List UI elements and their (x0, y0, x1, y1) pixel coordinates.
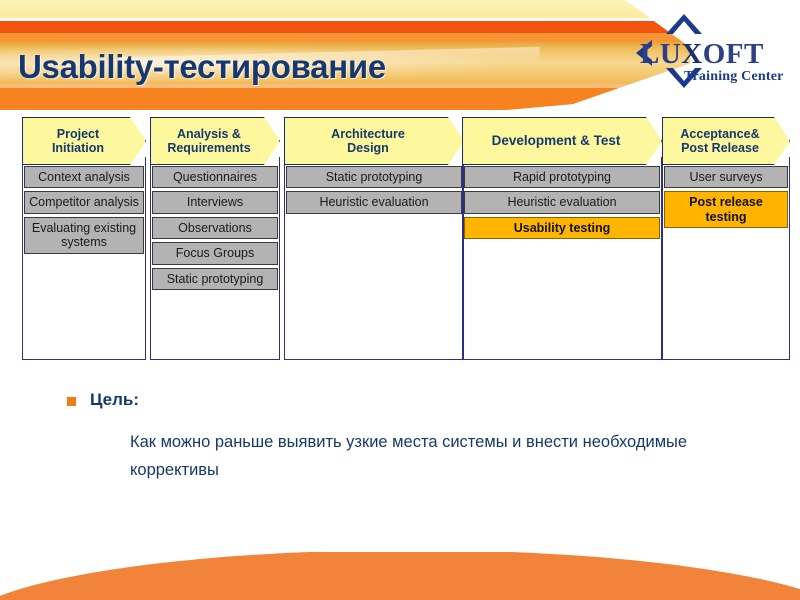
phase-item-list-5: User surveys Post release testing (662, 166, 790, 231)
phase-item[interactable]: Interviews (152, 191, 278, 214)
logo-wordmark: LUXOFT (640, 38, 764, 71)
phase-item-list-3: Static prototyping Heuristic evaluation (284, 166, 464, 217)
process-column-1: Project Initiation Context analysis Competi… (22, 117, 146, 360)
phase-header-line: Development & Test (491, 133, 621, 149)
phase-header-line2: Requirements (167, 141, 251, 155)
phase-item-highlighted[interactable]: Usability testing (464, 216, 660, 240)
phase-item[interactable]: Heuristic evaluation (464, 191, 660, 214)
square-bullet-icon (67, 397, 76, 406)
phase-item[interactable]: Rapid prototyping (464, 166, 660, 189)
phase-item[interactable]: Focus Groups (152, 242, 278, 265)
phase-item[interactable]: Static prototyping (286, 166, 462, 189)
footer-orange-curve (0, 552, 800, 600)
page-title: Usability-тестирование (18, 48, 386, 85)
phase-header-4[interactable]: Development & Test (462, 117, 662, 165)
phase-header-line1: Acceptance& (680, 126, 760, 141)
process-column-3: Architecture Design Static prototyping Heur… (284, 117, 464, 360)
logo-word-part1: LU (640, 38, 682, 70)
slide-header-banner: Usability-тестирование LUXOFT Training C… (0, 0, 800, 112)
phase-header-2[interactable]: Analysis & Requirements (150, 117, 280, 165)
slide-footer-curve (0, 552, 800, 600)
logo-word-x: X (681, 38, 703, 70)
process-column-2: Analysis & Requirements Questionnaires Inte… (150, 117, 280, 360)
phase-header-1[interactable]: Project Initiation (22, 117, 146, 165)
phase-header-line1: Architecture (331, 126, 405, 141)
phase-item[interactable]: Observations (152, 216, 278, 240)
phase-header-line1: Analysis & (177, 126, 241, 141)
phase-item-list-2: Questionnaires Interviews Observations Focu… (150, 166, 280, 293)
phase-header-line2: Design (347, 141, 389, 155)
phase-item[interactable]: Competitor analysis (24, 191, 144, 214)
phase-item[interactable]: Evaluating existing systems (24, 216, 144, 254)
phase-item-list-1: Context analysis Competitor analysis Evalu… (22, 166, 146, 257)
phase-item[interactable]: Static prototyping (152, 267, 278, 290)
process-column-5: Acceptance& Post Release User surveys Post … (662, 117, 790, 360)
phase-header-line2: Initiation (51, 141, 105, 155)
phase-header-3[interactable]: Architecture Design (284, 117, 464, 165)
logo-word-part2: OFT (702, 38, 764, 70)
logo-tagline: Training Center (684, 69, 784, 84)
goal-text: Как можно раньше выявить узкие места сис… (130, 433, 688, 480)
phase-header-line1: Project (56, 126, 100, 141)
process-column-4: Development & Test Rapid prototyping Heuri… (462, 117, 662, 360)
goal-label: Цель: (90, 390, 139, 409)
phase-item[interactable]: Heuristic evaluation (286, 191, 462, 214)
phase-header-5[interactable]: Acceptance& Post Release (662, 117, 790, 165)
luxoft-logo: LUXOFT Training Center (612, 12, 792, 94)
phase-header-line2: Post Release (681, 141, 759, 155)
phase-item[interactable]: User surveys (664, 166, 788, 189)
process-diagram: Project Initiation Context analysis Competi… (22, 117, 790, 360)
phase-item[interactable]: Questionnaires (152, 166, 278, 189)
phase-item-list-4: Rapid prototyping Heuristic evaluation Usa… (462, 166, 662, 242)
phase-item-highlighted[interactable]: Post release testing (664, 191, 788, 229)
chevron-up-icon (666, 14, 702, 34)
phase-item[interactable]: Context analysis (24, 166, 144, 189)
